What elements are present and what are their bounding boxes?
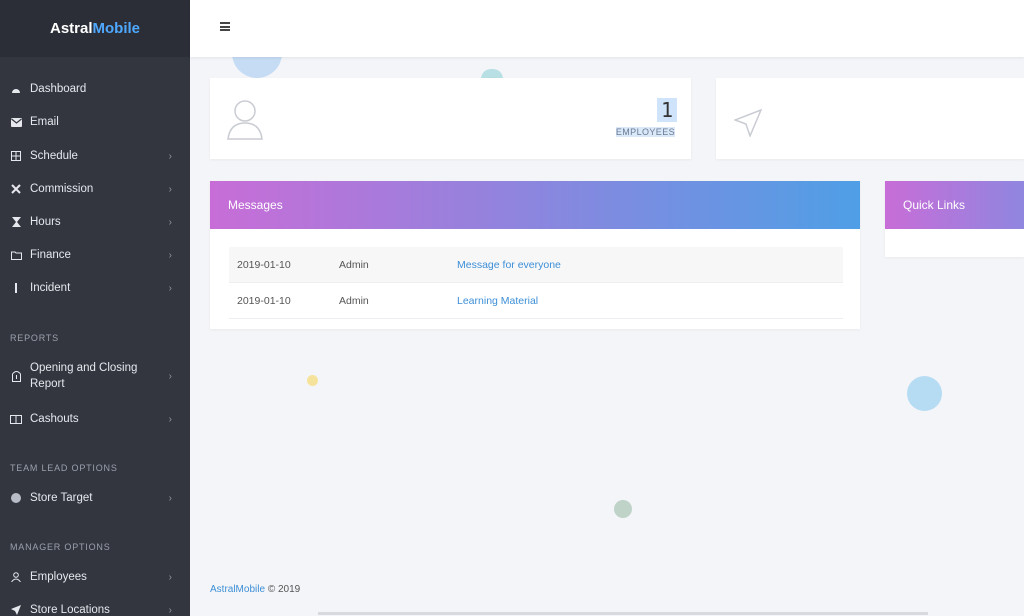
sidebar-item-label: Hours [30, 216, 61, 228]
messages-panel-header: Messages [210, 181, 860, 229]
messages-panel-title: Messages [228, 198, 283, 212]
chevron-right-icon: › [168, 571, 172, 583]
quick-links-panel-title: Quick Links [903, 198, 966, 212]
sidebar-item-store-target[interactable]: Store Target › [0, 490, 190, 506]
footer-copyright: © 2019 [267, 584, 301, 595]
section-heading-reports: REPORTS [10, 333, 59, 343]
message-author: Admin [339, 294, 369, 307]
chevron-right-icon: › [168, 604, 172, 616]
message-subject-link[interactable]: Learning Material [457, 295, 538, 307]
sidebar-item-label: Finance [30, 249, 71, 261]
sidebar-item-label: Schedule [30, 150, 78, 162]
top-bar [190, 0, 1024, 57]
footer: AstralMobile © 2019 [210, 584, 300, 595]
message-author: Admin [339, 258, 369, 271]
brand-logo[interactable]: Astral Mobile [0, 0, 190, 57]
employees-stat-card: 1 EMPLOYEES [210, 78, 691, 159]
sidebar-item-opening-closing-report[interactable]: Opening and Closing Report › [0, 360, 190, 392]
schedule-icon [9, 149, 23, 163]
sidebar-item-label: Store Target [30, 492, 93, 504]
location-icon [9, 603, 23, 616]
chevron-right-icon: › [168, 413, 172, 425]
sidebar-item-commission[interactable]: Commission › [0, 181, 190, 197]
folder-icon [9, 248, 23, 262]
chevron-right-icon: › [168, 249, 172, 261]
sidebar-item-email[interactable]: Email [0, 114, 190, 130]
dashboard-icon [9, 82, 23, 96]
cashouts-icon [9, 412, 23, 426]
chevron-right-icon: › [168, 150, 172, 162]
sidebar-item-cashouts[interactable]: Cashouts › [0, 411, 190, 427]
chevron-right-icon: › [168, 370, 172, 382]
report-icon [9, 369, 23, 383]
employees-label: EMPLOYEES [615, 127, 675, 137]
chevron-right-icon: › [168, 282, 172, 294]
location-arrow-icon [732, 108, 763, 142]
sidebar-item-incident[interactable]: Incident › [0, 280, 190, 296]
sidebar-item-label: Store Locations [30, 604, 110, 616]
brand-name-part1: Astral [49, 20, 93, 37]
sidebar-item-dashboard[interactable]: Dashboard [0, 81, 190, 97]
email-icon [9, 115, 23, 129]
chevron-right-icon: › [168, 183, 172, 195]
decorative-bubble [614, 500, 632, 518]
sidebar-item-schedule[interactable]: Schedule › [0, 148, 190, 164]
message-date: 2019-01-10 [237, 258, 291, 271]
sidebar-item-finance[interactable]: Finance › [0, 247, 190, 263]
sidebar-item-label: Employees [30, 571, 87, 583]
sidebar-item-label: Incident [30, 282, 71, 294]
table-row[interactable]: 2019-01-10 Admin Message for everyone [229, 247, 843, 283]
footer-brand-link[interactable]: AstralMobile [210, 584, 265, 595]
chevron-right-icon: › [168, 216, 172, 228]
bottom-divider [318, 612, 928, 615]
section-heading-manager: MANAGER OPTIONS [10, 542, 111, 552]
menu-toggle-icon[interactable] [220, 22, 230, 31]
sidebar-item-employees[interactable]: Employees › [0, 569, 190, 585]
decorative-bubble [907, 376, 942, 411]
user-icon [226, 98, 264, 145]
sidebar-item-label: Cashouts [30, 413, 79, 425]
sidebar-item-label: Email [30, 116, 59, 128]
decorative-bubble [307, 375, 318, 386]
hourglass-icon [9, 215, 23, 229]
employees-icon [9, 570, 23, 584]
sidebar-item-label: Opening and Closing Report [30, 362, 138, 390]
sidebar-item-store-locations[interactable]: Store Locations › [0, 602, 190, 616]
sidebar: Astral Mobile Dashboard Email Schedule › … [0, 0, 190, 616]
incident-icon [9, 281, 23, 295]
employees-count: 1 [656, 98, 677, 122]
sidebar-item-hours[interactable]: Hours › [0, 214, 190, 230]
messages-table: 2019-01-10 Admin Message for everyone 20… [229, 247, 843, 319]
chevron-right-icon: › [168, 492, 172, 504]
brand-name-part2: Mobile [92, 20, 141, 37]
table-row[interactable]: 2019-01-10 Admin Learning Material [229, 283, 843, 319]
locations-stat-card [716, 78, 1024, 159]
sidebar-item-label: Dashboard [30, 83, 87, 95]
quick-links-panel-header: Quick Links [885, 181, 1024, 229]
message-date: 2019-01-10 [237, 294, 291, 307]
commission-icon [9, 182, 23, 196]
section-heading-team-lead: TEAM LEAD OPTIONS [10, 463, 118, 473]
message-subject-link[interactable]: Message for everyone [457, 259, 561, 271]
sidebar-item-label: Commission [30, 183, 94, 195]
target-icon [9, 491, 23, 505]
